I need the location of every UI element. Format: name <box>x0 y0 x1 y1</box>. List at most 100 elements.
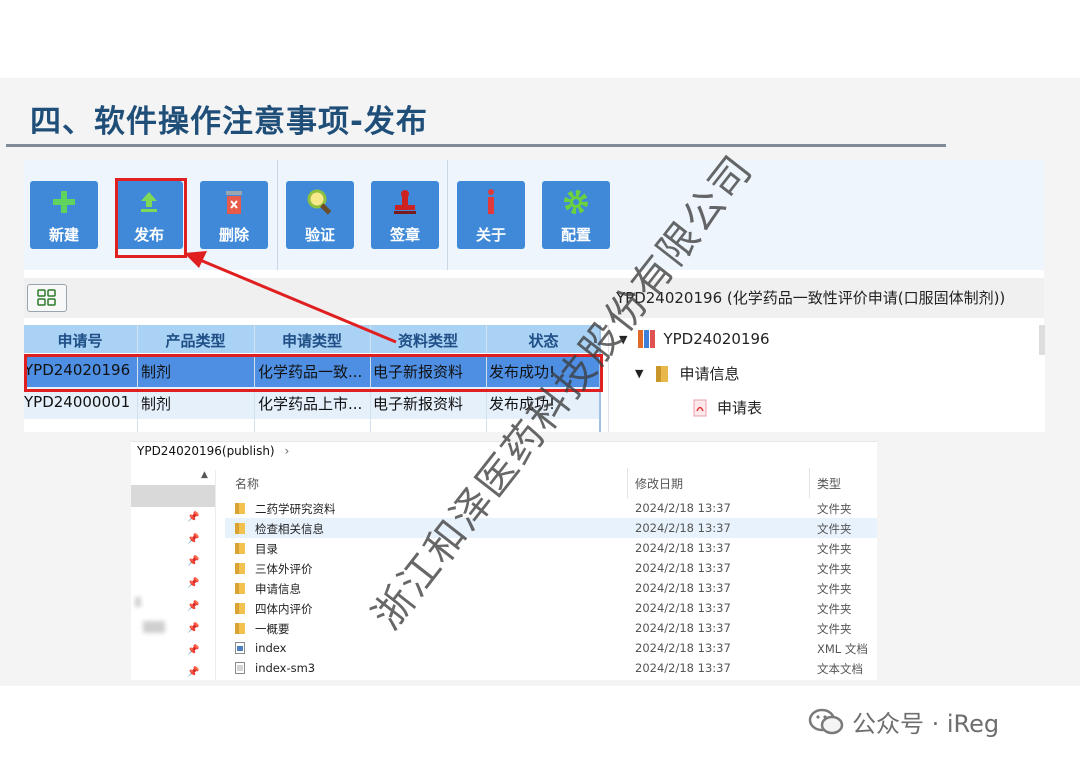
tree-folder-label: 申请信息 <box>679 365 740 383</box>
title-divider <box>6 144 946 147</box>
file-name: index-sm3 <box>255 661 316 675</box>
pin-icon: 📌 <box>187 578 200 589</box>
text-file-icon <box>235 662 245 674</box>
file-type: 文件夹 <box>817 522 852 536</box>
file-type: 文件夹 <box>817 582 852 596</box>
gear-icon <box>542 187 610 217</box>
stamp-icon <box>371 187 439 217</box>
file-row[interactable]: 目录 2024/2/18 13:37 文件夹 <box>225 538 877 558</box>
blurred-nav-label <box>143 621 165 633</box>
folder-icon <box>235 603 245 614</box>
table-cell: YPD24000001 <box>24 393 131 411</box>
sign-button[interactable]: 签章 <box>371 181 439 249</box>
file-name: 目录 <box>255 542 278 556</box>
file-date: 2024/2/18 13:37 <box>635 581 731 595</box>
file-date: 2024/2/18 13:37 <box>635 641 731 655</box>
tree-node-root[interactable]: ▼ YPD24020196 <box>619 329 770 349</box>
file-date: 2024/2/18 13:37 <box>635 621 731 635</box>
column-header[interactable]: 产品类型 <box>138 330 253 351</box>
column-header[interactable]: 申请号 <box>24 330 136 351</box>
file-type: 文本文档 <box>817 662 863 676</box>
toolbar-separator <box>447 160 448 270</box>
pin-icon: 📌 <box>187 667 200 678</box>
column-header-type[interactable]: 类型 <box>817 475 841 492</box>
breadcrumb[interactable]: YPD24020196(publish) › <box>137 444 289 458</box>
grid-view-icon <box>37 289 56 306</box>
xml-file-icon <box>235 642 245 654</box>
trash-icon <box>200 187 268 217</box>
navigation-pane: ▲ 📌 📌 📌 📌 📌 📌 📌 📌 <box>131 470 216 680</box>
breadcrumb-item[interactable]: YPD24020196(publish) <box>137 444 275 458</box>
file-type: 文件夹 <box>817 542 852 556</box>
column-header-name[interactable]: 名称 <box>235 475 259 492</box>
detail-title: YPD24020196 (化学药品一致性评价申请(口服固体制剂)) <box>616 289 1006 307</box>
file-row[interactable]: 一概要 2024/2/18 13:37 文件夹 <box>225 618 877 638</box>
file-name: 检查相关信息 <box>255 522 324 536</box>
toolbar: 新建 发布 删除 验证 签章 关于 配置 <box>24 160 1044 270</box>
wechat-icon <box>808 708 844 734</box>
chevron-right-icon: › <box>284 444 290 458</box>
pin-icon: 📌 <box>187 623 200 634</box>
folder-icon <box>656 365 669 382</box>
file-row[interactable]: index 2024/2/18 13:37 XML 文档 <box>225 638 877 658</box>
verify-button[interactable]: 验证 <box>286 181 354 249</box>
toolbar-bottom-strip <box>24 270 1044 278</box>
pin-icon: 📌 <box>187 512 200 523</box>
sign-button-label: 签章 <box>389 226 420 244</box>
slide-title: 四、软件操作注意事项-发布 <box>30 104 428 140</box>
books-icon <box>638 330 656 348</box>
tree-scrollbar[interactable] <box>1039 325 1045 355</box>
expand-arrow-icon[interactable]: ▼ <box>635 367 643 380</box>
file-row[interactable]: 检查相关信息 2024/2/18 13:37 文件夹 <box>225 518 877 538</box>
blurred-nav-label <box>135 597 141 607</box>
column-header[interactable]: 资料类型 <box>371 330 485 351</box>
file-name: 四体内评价 <box>255 602 313 616</box>
delete-button[interactable]: 删除 <box>200 181 268 249</box>
pin-icon: 📌 <box>187 645 200 656</box>
app-window: 新建 发布 删除 验证 签章 关于 配置 YPD24020196 (化学药品一致… <box>24 160 1045 432</box>
tree-node-folder[interactable]: ▼ 申请信息 <box>635 363 739 384</box>
file-name: 三体外评价 <box>255 562 313 576</box>
expand-arrow-icon[interactable]: ▼ <box>619 333 627 346</box>
column-header-date[interactable]: 修改日期 <box>635 475 683 492</box>
column-header[interactable]: 申请类型 <box>255 330 369 351</box>
about-button-label: 关于 <box>475 226 506 244</box>
folder-icon <box>235 563 245 574</box>
table-cell: 化学药品上市... <box>258 395 363 413</box>
folder-icon <box>235 543 245 554</box>
file-type: 文件夹 <box>817 502 852 516</box>
new-button[interactable]: 新建 <box>30 181 98 249</box>
pdf-file-icon <box>693 399 707 416</box>
column-header[interactable]: 状态 <box>487 330 600 351</box>
plus-icon <box>30 187 98 217</box>
grid-view-button[interactable] <box>27 284 67 312</box>
footer: 公众号 · iReg <box>808 704 999 739</box>
file-type: 文件夹 <box>817 602 852 616</box>
file-row[interactable]: 申请信息 2024/2/18 13:37 文件夹 <box>225 578 877 598</box>
file-type: 文件夹 <box>817 562 852 576</box>
file-row[interactable]: index-sm3 2024/2/18 13:37 文本文档 <box>225 658 877 678</box>
file-name: 一概要 <box>255 622 290 636</box>
tree-node-file[interactable]: 申请表 <box>693 397 762 418</box>
file-date: 2024/2/18 13:37 <box>635 521 731 535</box>
file-row[interactable]: 四体内评价 2024/2/18 13:37 文件夹 <box>225 598 877 618</box>
verify-button-label: 验证 <box>304 226 335 244</box>
pin-icon: 📌 <box>187 534 200 545</box>
info-icon <box>457 187 525 217</box>
config-button-label: 配置 <box>560 226 591 244</box>
config-button[interactable]: 配置 <box>542 181 610 249</box>
tree-file-label: 申请表 <box>717 399 763 417</box>
file-row[interactable]: 三体外评价 2024/2/18 13:37 文件夹 <box>225 558 877 578</box>
file-name: 申请信息 <box>255 582 301 596</box>
file-date: 2024/2/18 13:37 <box>635 501 731 515</box>
file-date: 2024/2/18 13:37 <box>635 661 731 675</box>
folder-icon <box>235 503 245 514</box>
file-row[interactable]: 二药学研究资料 2024/2/18 13:37 文件夹 <box>225 498 877 518</box>
file-date: 2024/2/18 13:37 <box>635 601 731 615</box>
file-date: 2024/2/18 13:37 <box>635 561 731 575</box>
folder-icon <box>235 623 245 634</box>
about-button[interactable]: 关于 <box>457 181 525 249</box>
scroll-up-icon[interactable]: ▲ <box>201 470 208 480</box>
view-bar: YPD24020196 (化学药品一致性评价申请(口服固体制剂)) <box>24 278 1044 318</box>
nav-item-selected[interactable] <box>131 485 215 507</box>
